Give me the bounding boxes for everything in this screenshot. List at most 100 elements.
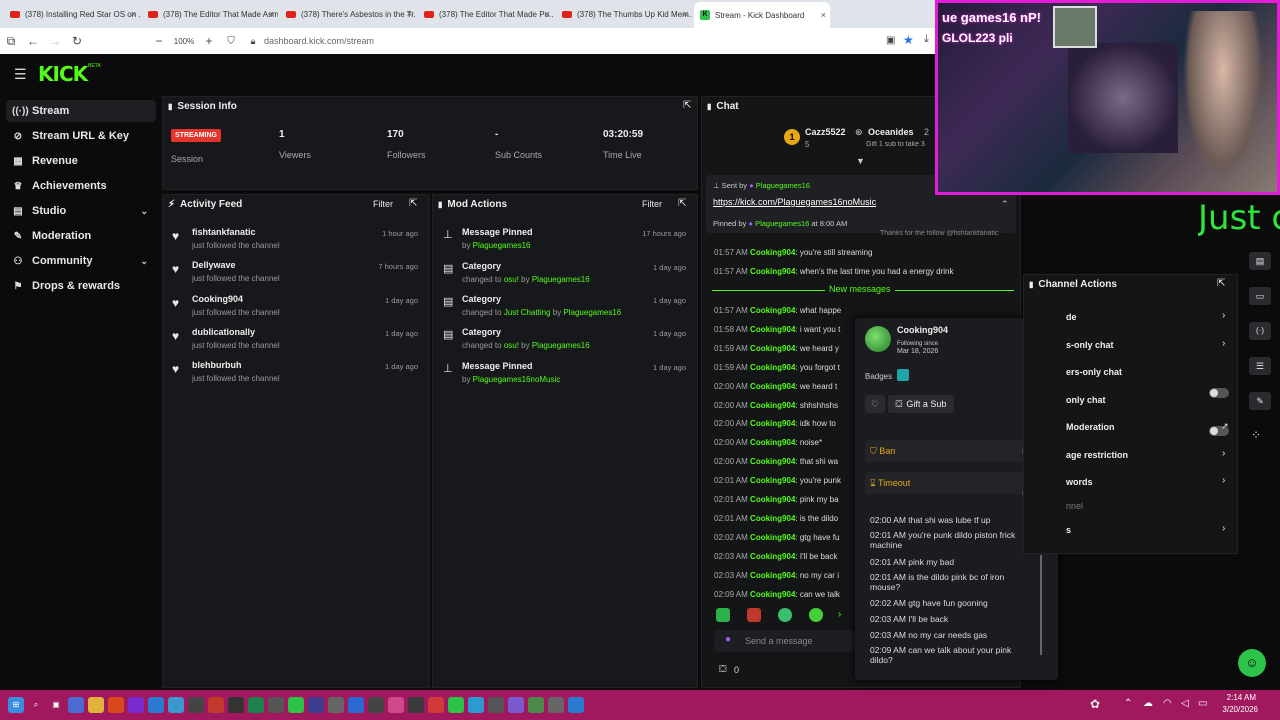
chevron-right-icon[interactable]: › — [1222, 448, 1225, 459]
taskbar-app-icon[interactable] — [128, 697, 144, 713]
mod-filter-button[interactable]: Filter — [642, 199, 662, 209]
kick-logo[interactable]: KICK — [38, 62, 88, 86]
download-icon[interactable]: ⤓ — [924, 33, 929, 46]
close-tab-icon[interactable]: × — [683, 9, 688, 19]
clock-date[interactable]: 3/20/2026 — [1218, 705, 1258, 714]
close-tab-icon[interactable]: × — [131, 9, 136, 19]
popout-icon[interactable]: ⇱ — [409, 198, 417, 209]
volume-icon[interactable]: ◁ — [1181, 698, 1189, 709]
zoom-out-icon[interactable]: − — [148, 34, 170, 48]
popout-icon[interactable]: ⇱ — [678, 198, 686, 209]
microphone-icon[interactable]: ● — [725, 634, 731, 645]
taskbar-app-icon[interactable] — [508, 697, 524, 713]
taskbar-app-icon[interactable] — [188, 697, 204, 713]
channel-action-item[interactable]: Moderation — [1066, 422, 1115, 432]
new-messages-label[interactable]: New messages — [825, 284, 895, 294]
task-view-icon[interactable]: ▣ — [48, 697, 64, 713]
rail-layout-icon[interactable]: ☰ — [1249, 357, 1271, 375]
taskbar-app-icon[interactable] — [308, 697, 324, 713]
browser-tab[interactable]: (378) The Thumbs Up Kid Mem... × — [556, 2, 692, 26]
external-link-icon[interactable]: ↗ — [1221, 421, 1229, 432]
followers-only-toggle[interactable] — [1209, 388, 1229, 398]
taskbar-app-icon[interactable] — [428, 697, 444, 713]
channel-action-item[interactable]: age restriction — [1066, 450, 1128, 460]
sidebar-item-revenue[interactable]: ▦ Revenue — [6, 150, 156, 172]
close-tab-icon[interactable]: × — [407, 9, 412, 19]
taskbar-app-icon[interactable] — [488, 697, 504, 713]
onedrive-icon[interactable]: ☁ — [1143, 698, 1153, 709]
sidebar-toggle-icon[interactable]: ⧉ — [0, 34, 22, 49]
zoom-in-icon[interactable]: + — [198, 34, 220, 48]
sidebar-item-studio[interactable]: ▤ Studio ⌄ — [6, 200, 156, 222]
taskbar-app-icon[interactable] — [388, 697, 404, 713]
menu-icon[interactable]: ☰ — [14, 66, 27, 83]
browser-tab[interactable]: (378) Installing Red Star OS on ... × — [4, 2, 140, 26]
leader2-name[interactable]: Oceanides — [868, 127, 914, 137]
back-icon[interactable]: ← — [22, 34, 44, 48]
reader-icon[interactable]: ▣ — [886, 35, 895, 46]
leader-name[interactable]: Cazz5522 — [805, 127, 846, 137]
taskbar-app-icon[interactable] — [148, 697, 164, 713]
taskbar-app-icon[interactable] — [348, 697, 364, 713]
taskbar-app-icon[interactable] — [328, 697, 344, 713]
sidebar-item-stream-url[interactable]: ⊘ Stream URL & Key — [6, 125, 156, 147]
clock-time[interactable]: 2:14 AM — [1224, 693, 1256, 702]
close-tab-icon[interactable]: × — [545, 9, 550, 19]
sidebar-item-drops[interactable]: ⚑ Drops & rewards — [6, 275, 156, 297]
battery-icon[interactable]: ▭ — [1198, 698, 1207, 709]
channel-action-item[interactable]: s — [1066, 525, 1071, 535]
chevron-right-icon[interactable]: › — [1222, 310, 1225, 321]
follow-heart-button[interactable]: ♡ — [865, 395, 885, 413]
wifi-icon[interactable]: ◠ — [1163, 698, 1172, 709]
browser-tab[interactable]: (378) The Editor That Made Asm... × — [142, 2, 278, 26]
chevron-right-icon[interactable]: › — [1222, 475, 1225, 486]
url-field[interactable]: dashboard.kick.com/stream — [264, 36, 374, 46]
browser-tab-active[interactable]: K Stream - Kick Dashboard × — [694, 2, 830, 28]
taskbar-app-icon[interactable] — [568, 697, 584, 713]
chevron-right-icon[interactable]: › — [1222, 523, 1225, 534]
windows-start-icon[interactable]: ⊞ — [8, 697, 24, 713]
rail-more-icon[interactable]: ⁘ — [1251, 428, 1261, 442]
taskbar-app-icon[interactable] — [248, 697, 264, 713]
rail-document-icon[interactable]: ▤ — [1249, 252, 1271, 270]
taskbar-app-icon[interactable] — [268, 697, 284, 713]
sidebar-item-moderation[interactable]: ✎ Moderation — [6, 225, 156, 247]
popout-icon[interactable]: ⇱ — [1217, 278, 1225, 289]
taskbar-app-icon[interactable] — [228, 697, 244, 713]
taskbar-app-icon[interactable] — [288, 697, 304, 713]
taskbar-app-icon[interactable] — [548, 697, 564, 713]
file-explorer-icon[interactable] — [88, 697, 104, 713]
channel-action-item[interactable]: de — [1066, 312, 1077, 322]
tray-chevron-icon[interactable]: ⌃ — [1124, 698, 1132, 709]
rail-wrench-icon[interactable]: ✎ — [1249, 392, 1271, 410]
taskbar-app-icon[interactable] — [448, 697, 464, 713]
collapse-icon[interactable]: ▼ — [856, 156, 865, 166]
chevron-up-icon[interactable]: ⌃ — [1001, 199, 1009, 210]
sidebar-item-achievements[interactable]: ♛ Achievements — [6, 175, 156, 197]
reload-icon[interactable]: ↻ — [66, 34, 88, 48]
shield-icon[interactable]: ⛉ — [220, 36, 242, 47]
rail-chat-icon[interactable]: ▭ — [1249, 287, 1271, 305]
taskbar-app-icon[interactable] — [208, 697, 224, 713]
channel-action-item[interactable]: words — [1066, 477, 1093, 487]
search-icon[interactable]: ⌕ — [28, 697, 44, 713]
browser-tab[interactable]: (378) The Editor That Made Pu... × — [418, 2, 554, 26]
bookmark-star-icon[interactable]: ★ — [903, 33, 914, 47]
gift-sub-button[interactable]: ⛋ Gift a Sub — [888, 395, 954, 413]
close-tab-icon[interactable]: × — [269, 9, 274, 19]
pinned-link[interactable]: https://kick.com/Plaguegames16noMusic — [713, 197, 876, 207]
close-tab-icon[interactable]: × — [821, 10, 826, 20]
history-scrollbar[interactable] — [1040, 555, 1042, 655]
channel-action-item[interactable]: s-only chat — [1066, 340, 1114, 350]
activity-filter-button[interactable]: Filter — [373, 199, 393, 209]
taskbar-app-icon[interactable] — [68, 697, 84, 713]
popout-icon[interactable]: ⇱ — [683, 100, 691, 111]
emote-icon[interactable] — [716, 608, 730, 622]
taskbar-app-icon[interactable] — [108, 697, 124, 713]
forward-icon[interactable]: → — [44, 34, 66, 48]
gift-icon[interactable]: ⛋ — [719, 664, 727, 675]
zoom-level[interactable]: 100% — [170, 37, 198, 46]
usercard-name[interactable]: Cooking904 — [897, 325, 948, 335]
chevron-right-icon[interactable]: › — [1222, 338, 1225, 349]
taskbar-app-icon[interactable] — [168, 697, 184, 713]
